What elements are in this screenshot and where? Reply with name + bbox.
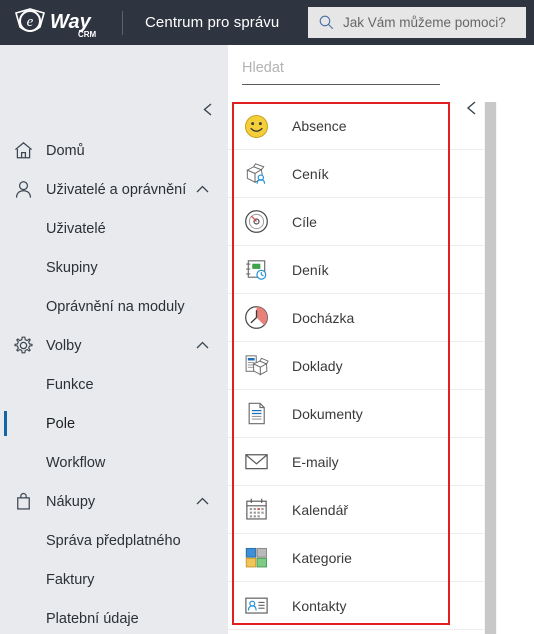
module-label: Dokumenty: [292, 405, 363, 422]
gear-icon: [12, 335, 34, 357]
sidebar-item-label: Oprávnění na moduly: [46, 298, 185, 315]
sidebar-item-faktury[interactable]: Faktury: [0, 560, 228, 599]
calendar-icon: [242, 496, 270, 524]
chevron-up-icon[interactable]: [193, 181, 211, 199]
sidebar: Domů Uživatelé a oprávnění Uživatelé Sku…: [0, 45, 228, 634]
module-label: Kontakty: [292, 597, 347, 614]
chevron-up-icon[interactable]: [193, 493, 211, 511]
eway-crm-logo[interactable]: e Way CRM: [0, 0, 118, 45]
sidebar-item-label: Uživatelé a oprávnění: [46, 181, 187, 198]
sidebar-item-label: Domů: [46, 142, 85, 159]
app-header: e Way CRM Centrum pro správu Jak Vám můž…: [0, 0, 534, 45]
header-title: Centrum pro správu: [145, 14, 280, 31]
module-row-absence[interactable]: Absence: [228, 102, 492, 150]
sidebar-item-label: Volby: [46, 337, 82, 354]
sidebar-item-uzivatele[interactable]: Uživatelé: [0, 209, 228, 248]
global-help-search[interactable]: Jak Vám můžeme pomoci?: [308, 7, 526, 38]
module-row-cenik[interactable]: Ceník: [228, 150, 492, 198]
module-row-kontakty[interactable]: Kontakty: [228, 582, 492, 630]
gauge-icon: [242, 208, 270, 236]
sidebar-item-sprava-predplatneho[interactable]: Správa předplatného: [0, 521, 228, 560]
sidebar-item-pole[interactable]: Pole: [0, 404, 228, 443]
document-icon: [242, 400, 270, 428]
module-label: Cíle: [292, 213, 317, 230]
module-search-wrap: [242, 55, 440, 85]
bag-icon: [12, 491, 34, 513]
four-squares-icon: [242, 544, 270, 572]
sidebar-collapse-button[interactable]: [194, 95, 222, 123]
sidebar-item-label: Workflow: [46, 454, 106, 471]
module-label: Kategorie: [292, 549, 352, 566]
module-row-doklady[interactable]: Doklady: [228, 342, 492, 390]
list-panel-collapse-button[interactable]: [459, 95, 485, 121]
module-list: Absence Ceník Cíle Deník Docházka Doklad…: [228, 102, 492, 634]
chevron-up-icon[interactable]: [193, 337, 211, 355]
chevron-left-icon: [202, 102, 211, 116]
module-row-e-maily[interactable]: E-maily: [228, 438, 492, 486]
sidebar-item-label: Nákupy: [46, 493, 96, 510]
home-icon: [12, 140, 34, 162]
global-search-placeholder: Jak Vám můžeme pomoci?: [343, 15, 506, 30]
module-label: E-maily: [292, 453, 339, 470]
module-label: Kalendář: [292, 501, 349, 518]
module-row-denik[interactable]: Deník: [228, 246, 492, 294]
box-person-icon: [242, 160, 270, 188]
module-row-cile[interactable]: Cíle: [228, 198, 492, 246]
sidebar-item-uzivatele-a-opravneni[interactable]: Uživatelé a oprávnění: [0, 170, 228, 209]
box-document-icon: [242, 352, 270, 380]
sidebar-item-opravneni-na-moduly[interactable]: Oprávnění na moduly: [0, 287, 228, 326]
module-label: Deník: [292, 261, 329, 278]
module-label: Docházka: [292, 309, 355, 326]
content-area: [492, 45, 534, 634]
sidebar-item-nakupy[interactable]: Nákupy: [0, 482, 228, 521]
module-row-dokumenty[interactable]: Dokumenty: [228, 390, 492, 438]
module-search-input[interactable]: [242, 55, 440, 84]
sidebar-item-workflow[interactable]: Workflow: [0, 443, 228, 482]
module-row-kalendar[interactable]: Kalendář: [228, 486, 492, 534]
sidebar-item-platebni-udaje[interactable]: Platební údaje: [0, 599, 228, 634]
module-list-panel: Absence Ceník: [228, 45, 492, 634]
svg-text:e: e: [27, 14, 34, 30]
sidebar-item-label: Skupiny: [46, 259, 98, 276]
journal-clock-icon: [242, 256, 270, 284]
sidebar-item-skupiny[interactable]: Skupiny: [0, 248, 228, 287]
admin-center-window: e Way CRM Centrum pro správu Jak Vám můž…: [0, 0, 534, 634]
pie-clock-icon: [242, 304, 270, 332]
sidebar-item-label: Funkce: [46, 376, 94, 393]
sidebar-item-label: Platební údaje: [46, 610, 139, 627]
svg-text:CRM: CRM: [78, 30, 97, 39]
chevron-left-icon: [466, 101, 476, 115]
search-icon: [319, 15, 334, 30]
user-icon: [12, 179, 34, 201]
module-label: Ceník: [292, 165, 329, 182]
module-list-scrollbar-thumb[interactable]: [485, 102, 496, 634]
sidebar-item-funkce[interactable]: Funkce: [0, 365, 228, 404]
sidebar-nav: Domů Uživatelé a oprávnění Uživatelé Sku…: [0, 131, 228, 634]
sidebar-item-domu[interactable]: Domů: [0, 131, 228, 170]
sidebar-item-volby[interactable]: Volby: [0, 326, 228, 365]
sidebar-item-label: Uživatelé: [46, 220, 106, 237]
sidebar-item-label: Faktury: [46, 571, 95, 588]
module-label: Doklady: [292, 357, 343, 374]
smiley-face-icon: [242, 112, 270, 140]
module-label: Absence: [292, 118, 347, 134]
module-row-dochazka[interactable]: Docházka: [228, 294, 492, 342]
sidebar-item-label: Správa předplatného: [46, 532, 181, 549]
module-row-kategorie[interactable]: Kategorie: [228, 534, 492, 582]
contact-card-icon: [242, 592, 270, 620]
sidebar-item-label: Pole: [46, 415, 76, 432]
module-search-row: [228, 45, 492, 102]
logo-graphic: e Way CRM: [15, 7, 97, 39]
envelope-icon: [242, 448, 270, 476]
